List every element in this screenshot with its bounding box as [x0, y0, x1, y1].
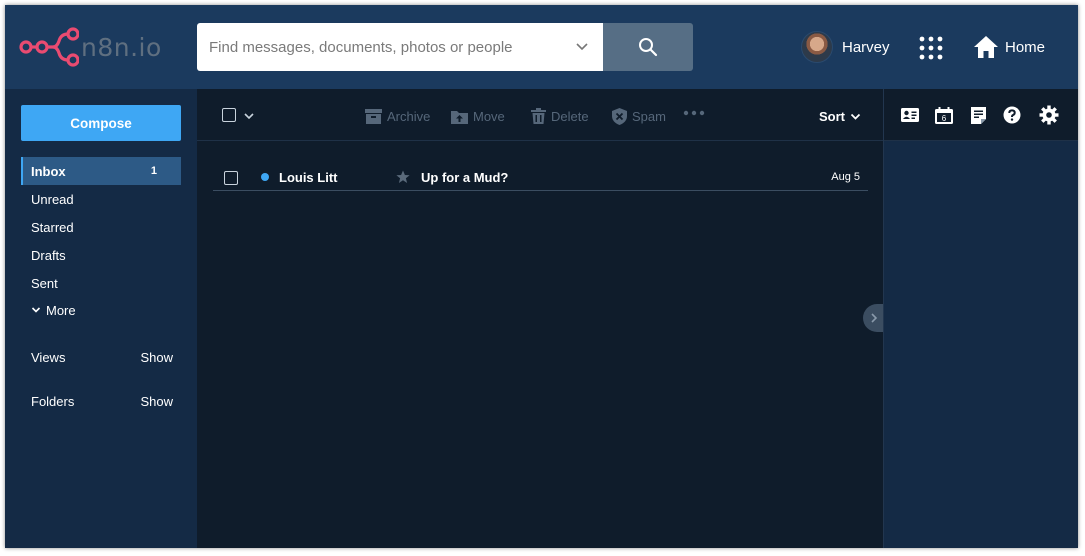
mail-app-window: n8n.io Harvey	[5, 5, 1078, 548]
trash-icon	[531, 108, 546, 124]
delete-button[interactable]: Delete	[531, 106, 589, 126]
contacts-icon	[901, 108, 919, 122]
move-button[interactable]: Move	[451, 106, 505, 126]
user-menu[interactable]: Harvey	[801, 31, 890, 63]
sidebar-item-starred[interactable]: Starred	[21, 213, 181, 241]
sidebar-item-label: Starred	[31, 219, 74, 235]
home-link[interactable]: Home	[973, 33, 1045, 61]
search-button[interactable]	[603, 23, 693, 71]
gear-icon	[1039, 105, 1059, 125]
sidebar-more-toggle[interactable]: More	[21, 296, 181, 324]
sidebar-item-label: Unread	[31, 191, 74, 207]
views-show-link[interactable]: Show	[140, 350, 173, 365]
sidebar-item-label: Drafts	[31, 247, 66, 263]
sidebar-item-label: Sent	[31, 275, 58, 291]
home-label: Home	[1005, 38, 1046, 56]
message-sender: Louis Litt	[279, 170, 338, 185]
apps-grid-icon[interactable]	[918, 35, 944, 61]
help-button[interactable]	[1001, 105, 1023, 125]
calendar-button[interactable]: 6	[933, 105, 955, 125]
message-list: Louis Litt Up for a Mud? Aug 5	[197, 142, 883, 548]
sidebar-item-label: Inbox	[31, 163, 66, 179]
sidebar-more-label: More	[46, 302, 76, 318]
views-label: Views	[31, 349, 66, 365]
archive-button[interactable]: Archive	[365, 106, 430, 126]
move-folder-icon	[451, 110, 468, 124]
message-subject: Up for a Mud?	[421, 170, 509, 185]
avatar	[801, 31, 833, 63]
right-panel-toolbar: 6	[884, 89, 1078, 141]
notepad-icon	[970, 106, 986, 124]
chevron-down-icon	[31, 307, 41, 313]
logo-text: n8n.io	[81, 32, 162, 62]
shield-icon	[612, 107, 627, 125]
right-panel: 6	[883, 89, 1078, 548]
message-toolbar: Archive Move Delete Spam Sort	[197, 89, 883, 141]
chevron-down-icon	[850, 113, 861, 120]
sidebar-folders-section: Folders Show	[21, 389, 181, 413]
chevron-down-icon[interactable]	[574, 38, 590, 54]
calendar-day-number: 6	[942, 114, 947, 123]
help-icon	[1003, 106, 1021, 124]
unread-count-badge: 1	[150, 165, 157, 177]
unread-dot	[261, 173, 269, 181]
folders-show-link[interactable]: Show	[140, 394, 173, 409]
user-name: Harvey	[842, 38, 890, 56]
notepad-button[interactable]	[967, 105, 989, 125]
sidebar-item-unread[interactable]: Unread	[21, 185, 181, 213]
calendar-icon: 6	[935, 106, 953, 124]
sidebar: Compose Inbox 1 Unread Starred Drafts Se…	[5, 89, 197, 548]
collapse-panel-handle[interactable]	[863, 304, 885, 332]
message-date: Aug 5	[831, 171, 860, 183]
sidebar-views-section: Views Show	[21, 345, 181, 369]
settings-button[interactable]	[1038, 105, 1060, 125]
search-icon	[639, 38, 658, 57]
home-icon	[974, 36, 998, 58]
more-actions-icon[interactable]	[683, 110, 705, 116]
message-row[interactable]: Louis Litt Up for a Mud? Aug 5	[213, 165, 868, 191]
sidebar-item-inbox[interactable]: Inbox 1	[21, 157, 181, 185]
chevron-right-icon	[871, 313, 878, 323]
sidebar-item-drafts[interactable]: Drafts	[21, 241, 181, 269]
spam-button[interactable]: Spam	[612, 106, 666, 126]
folders-label: Folders	[31, 393, 75, 409]
chevron-down-icon[interactable]	[243, 110, 255, 122]
sidebar-item-sent[interactable]: Sent	[21, 269, 181, 297]
search-box	[197, 23, 604, 71]
sort-button[interactable]: Sort	[819, 106, 861, 126]
spam-label: Spam	[632, 108, 666, 124]
logo[interactable]: n8n.io	[19, 27, 162, 67]
delete-label: Delete	[551, 108, 589, 124]
message-checkbox[interactable]	[224, 171, 238, 185]
archive-icon	[365, 108, 382, 124]
search-input[interactable]	[197, 23, 567, 71]
logo-icon	[19, 27, 79, 67]
move-label: Move	[473, 108, 505, 124]
contacts-button[interactable]	[899, 105, 921, 125]
select-all-checkbox[interactable]	[222, 108, 236, 122]
sort-label: Sort	[819, 108, 845, 124]
star-icon[interactable]	[396, 170, 410, 184]
archive-label: Archive	[387, 108, 431, 124]
top-header: n8n.io Harvey	[5, 5, 1078, 89]
compose-button[interactable]: Compose	[21, 105, 181, 141]
